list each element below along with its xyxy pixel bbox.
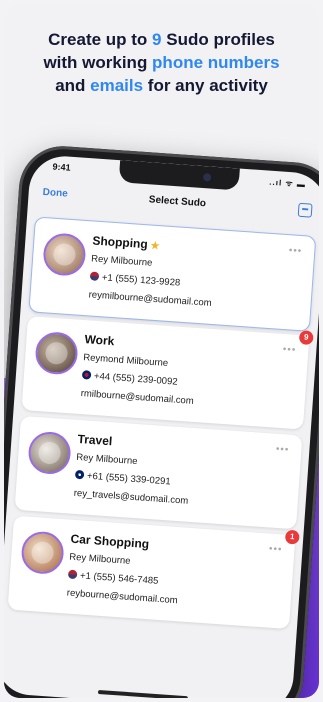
sudo-card-travel[interactable]: Travel Rey Milbourne +61 (555) 339-0291 rey… [14,415,303,530]
avatar [42,232,87,277]
avatar-photo [30,541,55,565]
sudo-name: Car Shopping [70,531,150,552]
headline-line-3: and emails for any activity [55,76,268,95]
avatar-photo [37,441,62,465]
more-options-icon[interactable]: ••• [288,245,302,257]
notification-badge: 9 [298,330,314,346]
phone-number: +44 (555) 239-0092 [81,370,178,388]
email-address: rmilbourne@sudomail.com [80,388,195,407]
avatar-photo [44,341,69,365]
phone-number: +1 (555) 123-9928 [89,271,181,289]
email-address: reybourne@sudomail.com [66,587,178,607]
headline-line-1: Create up to 9 Sudo profiles [48,30,275,49]
avatar-photo [52,242,77,267]
phone-screen: 9:41 ..ıl ᯤ ▬ Done Select Sudo Shopping ★… [4,153,319,698]
email-address: reymilbourne@sudomail.com [88,289,212,309]
person-name: Rey Milbourne [75,451,138,468]
phone-mockup: 9:41 ..ıl ᯤ ▬ Done Select Sudo Shopping ★… [4,143,319,698]
avatar [27,430,72,476]
avatar [20,530,66,576]
sudo-card-work[interactable]: Work Reymond Milbourne +44 (555) 239-0092 r… [21,316,314,430]
phone-number: +1 (555) 546-7485 [67,569,159,587]
avatar [34,330,79,376]
status-time: 9:41 [52,161,71,173]
more-options-icon[interactable]: ••• [282,344,296,356]
headline-line-2: with working phone numbers [43,53,280,72]
status-icons: ..ıl ᯤ ▬ [269,177,307,190]
app-store-screenshot: Create up to 9 Sudo profiles with workin… [4,4,319,698]
flag-au-icon [74,469,85,480]
person-name: Rey Milbourne [90,253,153,269]
sudo-card-car-shopping[interactable]: Car Shopping Rey Milbourne +1 (555) 546-74… [7,515,300,630]
email-address: rey_travels@sudomail.com [73,487,189,507]
phone-number: +61 (555) 339-0291 [74,469,171,487]
camera-icon [202,173,212,182]
sudo-name: Travel [77,431,113,449]
sudo-name: Shopping ★ [92,233,160,253]
edit-icon[interactable] [297,202,313,218]
sudo-card-shopping[interactable]: Shopping ★ Rey Milbourne +1 (555) 123-9928 r… [28,216,317,332]
person-name: Rey Milbourne [68,551,131,567]
flag-uk-icon [81,370,92,380]
flag-us-icon [89,271,100,281]
more-options-icon[interactable]: ••• [269,544,283,556]
flag-us-icon [67,569,78,580]
headline: Create up to 9 Sudo profiles with workin… [4,28,319,97]
person-name: Reymond Milbourne [82,352,169,370]
more-options-icon[interactable]: ••• [275,444,289,456]
notification-badge: 1 [284,529,300,545]
star-icon: ★ [150,240,160,253]
home-indicator [97,689,188,698]
sudo-name: Work [84,332,115,349]
